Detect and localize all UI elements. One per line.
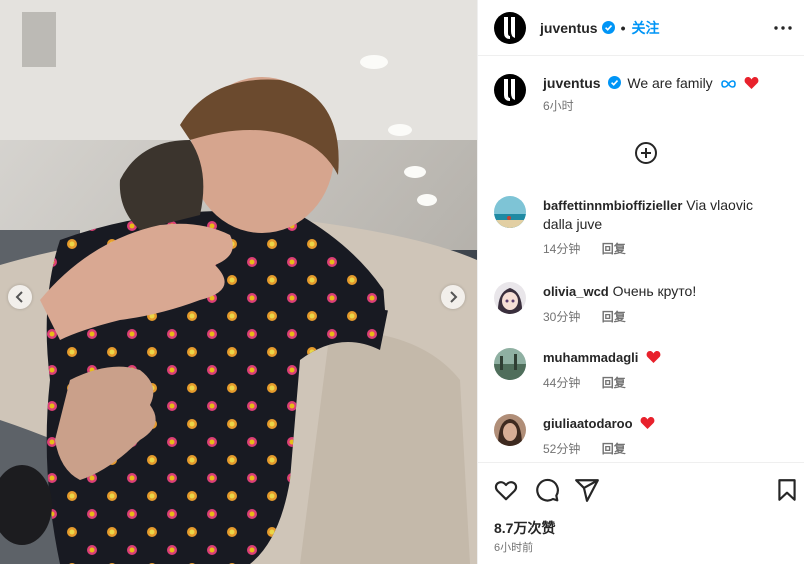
comment-username[interactable]: muhammadagli <box>543 350 638 365</box>
post-header: juventus • 关注 <box>478 0 804 56</box>
avatar-beach-image <box>494 196 526 228</box>
like-icon[interactable] <box>493 477 519 503</box>
load-more-comments-icon[interactable] <box>634 141 658 165</box>
chevron-left-icon <box>15 291 23 303</box>
account-username[interactable]: juventus <box>540 20 598 36</box>
verified-icon <box>601 21 615 34</box>
heart-emoji-icon <box>646 351 661 363</box>
comment-time: 52分钟 <box>543 442 581 456</box>
next-photo-button[interactable] <box>441 285 465 309</box>
chevron-right-icon <box>450 291 458 303</box>
like-count[interactable]: 8.7万次赞 <box>494 518 555 538</box>
reply-button[interactable]: 回复 <box>602 242 626 256</box>
post-timestamp: 6小时前 <box>494 542 534 554</box>
comment-text: Очень круто! <box>612 283 697 299</box>
commenter-avatar[interactable] <box>494 414 526 446</box>
comment-time: 14分钟 <box>543 242 581 256</box>
avatar-landscape-image <box>494 348 526 380</box>
infinity-emoji-icon <box>720 80 736 88</box>
comment-username[interactable]: baffettinnmbioffizieller <box>543 198 682 213</box>
caption-timestamp: 6小时 <box>543 99 574 113</box>
caption-text: We are family <box>627 75 713 91</box>
heart-emoji-icon <box>745 77 759 89</box>
comment-item: muhammadagli 44分钟 回复 <box>494 348 784 392</box>
post-photo <box>0 0 477 564</box>
more-options-button[interactable] <box>773 18 793 38</box>
reply-button[interactable]: 回复 <box>602 310 626 324</box>
verified-icon <box>608 76 622 89</box>
post-actions: 8.7万次赞 6小时前 <box>478 462 804 564</box>
caption-avatar[interactable] <box>494 74 526 106</box>
comment-username[interactable]: olivia_wcd <box>543 284 609 299</box>
avatar-portrait-image <box>494 414 526 446</box>
juventus-logo-icon <box>504 16 515 39</box>
post-media[interactable] <box>0 0 477 564</box>
account-avatar[interactable] <box>494 11 526 44</box>
comment-username[interactable]: giuliaatodaroo <box>543 416 633 431</box>
post-side-panel: juventus • 关注 juventus We are family 6小时… <box>477 0 804 564</box>
comment-item: giuliaatodaroo 52分钟 回复 <box>494 414 784 458</box>
comment-icon[interactable] <box>534 477 560 503</box>
caption-username[interactable]: juventus <box>543 75 601 91</box>
comment-time: 44分钟 <box>543 376 581 390</box>
juventus-logo-icon <box>504 79 515 101</box>
heart-emoji-icon <box>641 417 655 429</box>
post-caption: juventus We are family 6小时 <box>494 74 794 115</box>
share-icon[interactable] <box>574 477 600 503</box>
separator-dot: • <box>620 19 626 36</box>
more-options-icon <box>774 26 792 30</box>
comment-time: 30分钟 <box>543 310 581 324</box>
comment-item: baffettinnmbioffizieller Via vlaovic dal… <box>494 196 784 258</box>
save-icon[interactable] <box>774 477 800 503</box>
comment-item: olivia_wcd Очень круто! 30分钟 回复 <box>494 282 784 326</box>
reply-button[interactable]: 回复 <box>602 442 626 456</box>
commenter-avatar[interactable] <box>494 282 526 314</box>
commenter-avatar[interactable] <box>494 348 526 380</box>
reply-button[interactable]: 回复 <box>602 376 626 390</box>
avatar-anime-image <box>494 282 526 314</box>
follow-button[interactable]: 关注 <box>631 18 659 38</box>
previous-photo-button[interactable] <box>8 285 32 309</box>
commenter-avatar[interactable] <box>494 196 526 228</box>
